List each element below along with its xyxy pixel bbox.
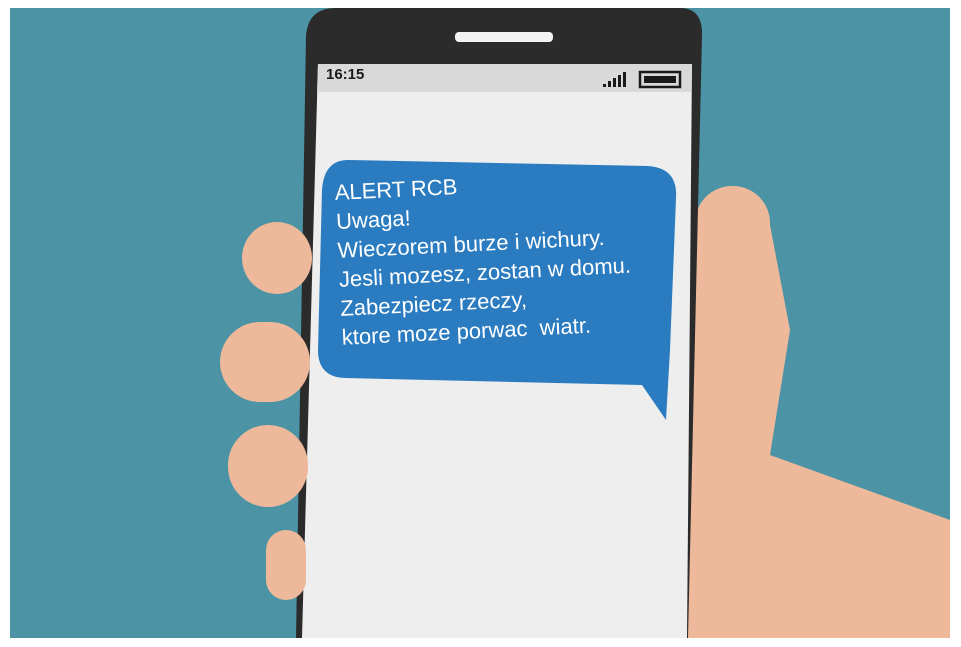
scene: 16:15 ALERT RCB Uwaga! Wieczorem burze i… xyxy=(0,0,961,642)
finger-3 xyxy=(228,425,308,507)
status-time: 16:15 xyxy=(326,66,365,83)
thumb xyxy=(695,186,770,386)
status-bar xyxy=(317,64,692,92)
finger-2 xyxy=(220,322,310,402)
finger-1 xyxy=(242,222,312,294)
message-text[interactable]: ALERT RCB Uwaga! Wieczorem burze i wichu… xyxy=(334,161,682,351)
speaker-grille xyxy=(455,32,553,42)
finger-4 xyxy=(266,530,306,600)
